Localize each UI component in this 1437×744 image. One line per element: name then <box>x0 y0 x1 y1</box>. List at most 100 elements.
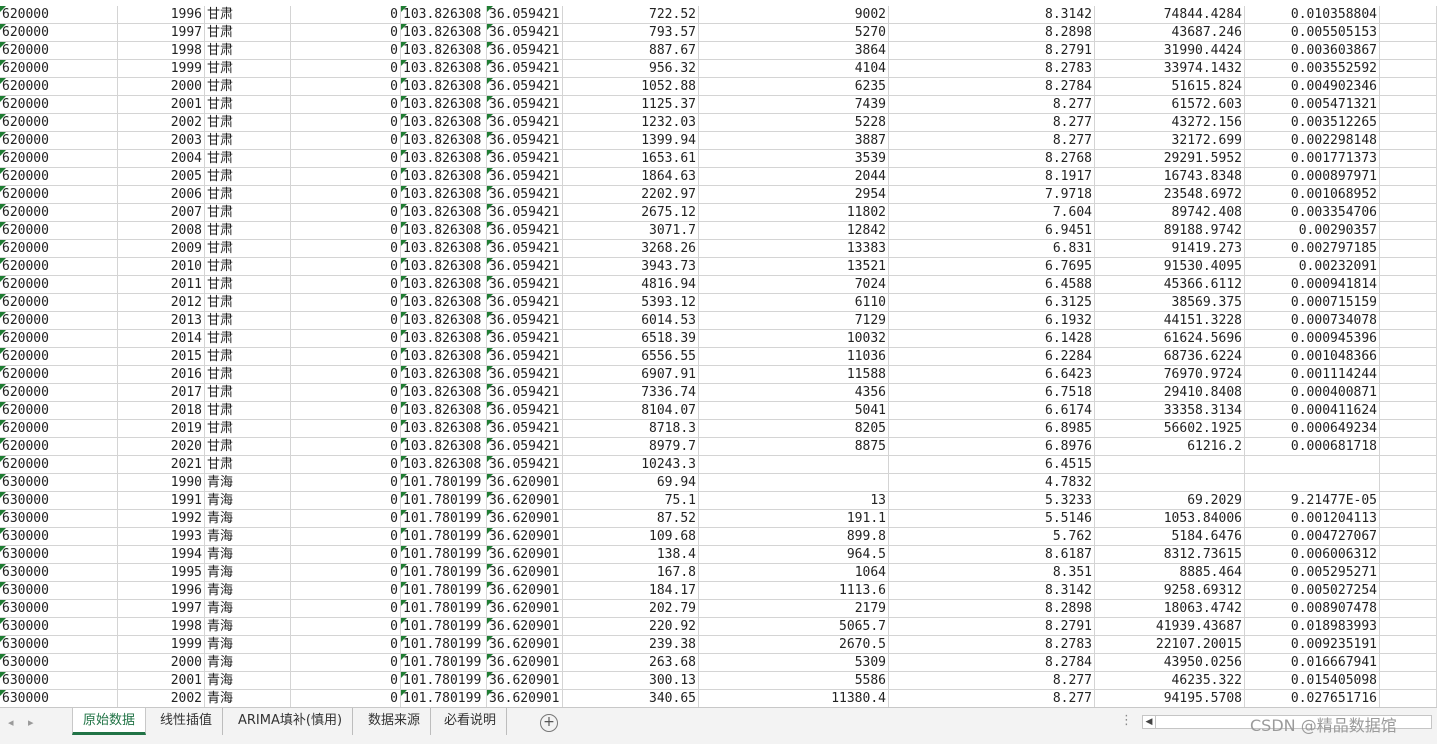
value-a-cell[interactable]: 300.13 <box>563 672 699 690</box>
flag-cell[interactable]: 0 <box>291 564 401 582</box>
flag-cell[interactable]: 0 <box>291 366 401 384</box>
value-a-cell[interactable]: 87.52 <box>563 510 699 528</box>
region-code-cell[interactable]: 620000 <box>0 276 118 294</box>
empty-cell[interactable] <box>1380 348 1437 366</box>
value-e-cell[interactable]: 0.005295271 <box>1245 564 1380 582</box>
value-a-cell[interactable]: 3943.73 <box>563 258 699 276</box>
longitude-cell[interactable]: 103.826308 <box>401 294 487 312</box>
region-code-cell[interactable]: 620000 <box>0 366 118 384</box>
value-c-cell[interactable]: 8.2784 <box>889 654 1095 672</box>
value-b-cell[interactable]: 899.8 <box>699 528 889 546</box>
value-a-cell[interactable]: 109.68 <box>563 528 699 546</box>
latitude-cell[interactable]: 36.059421 <box>487 276 563 294</box>
flag-cell[interactable]: 0 <box>291 420 401 438</box>
value-b-cell[interactable]: 1113.6 <box>699 582 889 600</box>
value-e-cell[interactable]: 0.004902346 <box>1245 78 1380 96</box>
value-d-cell[interactable]: 43272.156 <box>1095 114 1245 132</box>
value-a-cell[interactable]: 8979.7 <box>563 438 699 456</box>
empty-cell[interactable] <box>1380 78 1437 96</box>
empty-cell[interactable] <box>1380 654 1437 672</box>
latitude-cell[interactable]: 36.620901 <box>487 672 563 690</box>
year-cell[interactable]: 1990 <box>118 474 205 492</box>
value-c-cell[interactable]: 8.1917 <box>889 168 1095 186</box>
value-c-cell[interactable]: 6.1932 <box>889 312 1095 330</box>
empty-cell[interactable] <box>1380 690 1437 707</box>
empty-cell[interactable] <box>1380 114 1437 132</box>
value-c-cell[interactable]: 6.831 <box>889 240 1095 258</box>
region-code-cell[interactable]: 620000 <box>0 132 118 150</box>
year-cell[interactable]: 2000 <box>118 78 205 96</box>
province-cell[interactable]: 甘肃 <box>205 402 291 420</box>
longitude-cell[interactable]: 103.826308 <box>401 438 487 456</box>
value-a-cell[interactable]: 1052.88 <box>563 78 699 96</box>
region-code-cell[interactable]: 630000 <box>0 582 118 600</box>
province-cell[interactable]: 甘肃 <box>205 186 291 204</box>
value-e-cell[interactable]: 0.000941814 <box>1245 276 1380 294</box>
year-cell[interactable]: 2003 <box>118 132 205 150</box>
value-a-cell[interactable]: 1125.37 <box>563 96 699 114</box>
value-c-cell[interactable]: 8.2783 <box>889 636 1095 654</box>
year-cell[interactable]: 2014 <box>118 330 205 348</box>
flag-cell[interactable]: 0 <box>291 312 401 330</box>
value-e-cell[interactable]: 0.004727067 <box>1245 528 1380 546</box>
latitude-cell[interactable]: 36.059421 <box>487 96 563 114</box>
region-code-cell[interactable]: 620000 <box>0 456 118 474</box>
value-d-cell[interactable]: 33974.1432 <box>1095 60 1245 78</box>
empty-cell[interactable] <box>1380 276 1437 294</box>
longitude-cell[interactable]: 103.826308 <box>401 6 487 24</box>
empty-cell[interactable] <box>1380 492 1437 510</box>
value-c-cell[interactable]: 6.3125 <box>889 294 1095 312</box>
region-code-cell[interactable]: 630000 <box>0 600 118 618</box>
empty-cell[interactable] <box>1380 474 1437 492</box>
region-code-cell[interactable]: 620000 <box>0 294 118 312</box>
value-b-cell[interactable]: 3539 <box>699 150 889 168</box>
value-a-cell[interactable]: 10243.3 <box>563 456 699 474</box>
value-c-cell[interactable]: 6.4515 <box>889 456 1095 474</box>
year-cell[interactable]: 2005 <box>118 168 205 186</box>
value-b-cell[interactable]: 3887 <box>699 132 889 150</box>
region-code-cell[interactable]: 630000 <box>0 474 118 492</box>
year-cell[interactable]: 2009 <box>118 240 205 258</box>
latitude-cell[interactable]: 36.059421 <box>487 132 563 150</box>
empty-cell[interactable] <box>1380 6 1437 24</box>
province-cell[interactable]: 青海 <box>205 564 291 582</box>
empty-cell[interactable] <box>1380 132 1437 150</box>
province-cell[interactable]: 青海 <box>205 474 291 492</box>
value-b-cell[interactable]: 11036 <box>699 348 889 366</box>
longitude-cell[interactable]: 101.780199 <box>401 600 487 618</box>
empty-cell[interactable] <box>1380 204 1437 222</box>
value-a-cell[interactable]: 263.68 <box>563 654 699 672</box>
empty-cell[interactable] <box>1380 564 1437 582</box>
province-cell[interactable]: 青海 <box>205 582 291 600</box>
value-e-cell[interactable]: 9.21477E-05 <box>1245 492 1380 510</box>
region-code-cell[interactable]: 620000 <box>0 204 118 222</box>
year-cell[interactable]: 1997 <box>118 24 205 42</box>
latitude-cell[interactable]: 36.620901 <box>487 690 563 707</box>
value-b-cell[interactable]: 7439 <box>699 96 889 114</box>
region-code-cell[interactable]: 620000 <box>0 312 118 330</box>
value-d-cell[interactable]: 74844.4284 <box>1095 6 1245 24</box>
value-c-cell[interactable]: 6.1428 <box>889 330 1095 348</box>
value-a-cell[interactable]: 722.52 <box>563 6 699 24</box>
empty-cell[interactable] <box>1380 42 1437 60</box>
value-a-cell[interactable]: 1653.61 <box>563 150 699 168</box>
longitude-cell[interactable]: 103.826308 <box>401 42 487 60</box>
value-d-cell[interactable]: 43950.0256 <box>1095 654 1245 672</box>
region-code-cell[interactable]: 630000 <box>0 546 118 564</box>
longitude-cell[interactable]: 103.826308 <box>401 348 487 366</box>
value-a-cell[interactable]: 887.67 <box>563 42 699 60</box>
year-cell[interactable]: 2021 <box>118 456 205 474</box>
flag-cell[interactable]: 0 <box>291 582 401 600</box>
region-code-cell[interactable]: 620000 <box>0 348 118 366</box>
value-a-cell[interactable]: 184.17 <box>563 582 699 600</box>
value-d-cell[interactable]: 68736.6224 <box>1095 348 1245 366</box>
flag-cell[interactable]: 0 <box>291 672 401 690</box>
year-cell[interactable]: 2016 <box>118 366 205 384</box>
value-d-cell[interactable]: 29291.5952 <box>1095 150 1245 168</box>
empty-cell[interactable] <box>1380 510 1437 528</box>
flag-cell[interactable]: 0 <box>291 690 401 707</box>
value-b-cell[interactable]: 2044 <box>699 168 889 186</box>
year-cell[interactable]: 2002 <box>118 690 205 707</box>
flag-cell[interactable]: 0 <box>291 240 401 258</box>
region-code-cell[interactable]: 620000 <box>0 222 118 240</box>
